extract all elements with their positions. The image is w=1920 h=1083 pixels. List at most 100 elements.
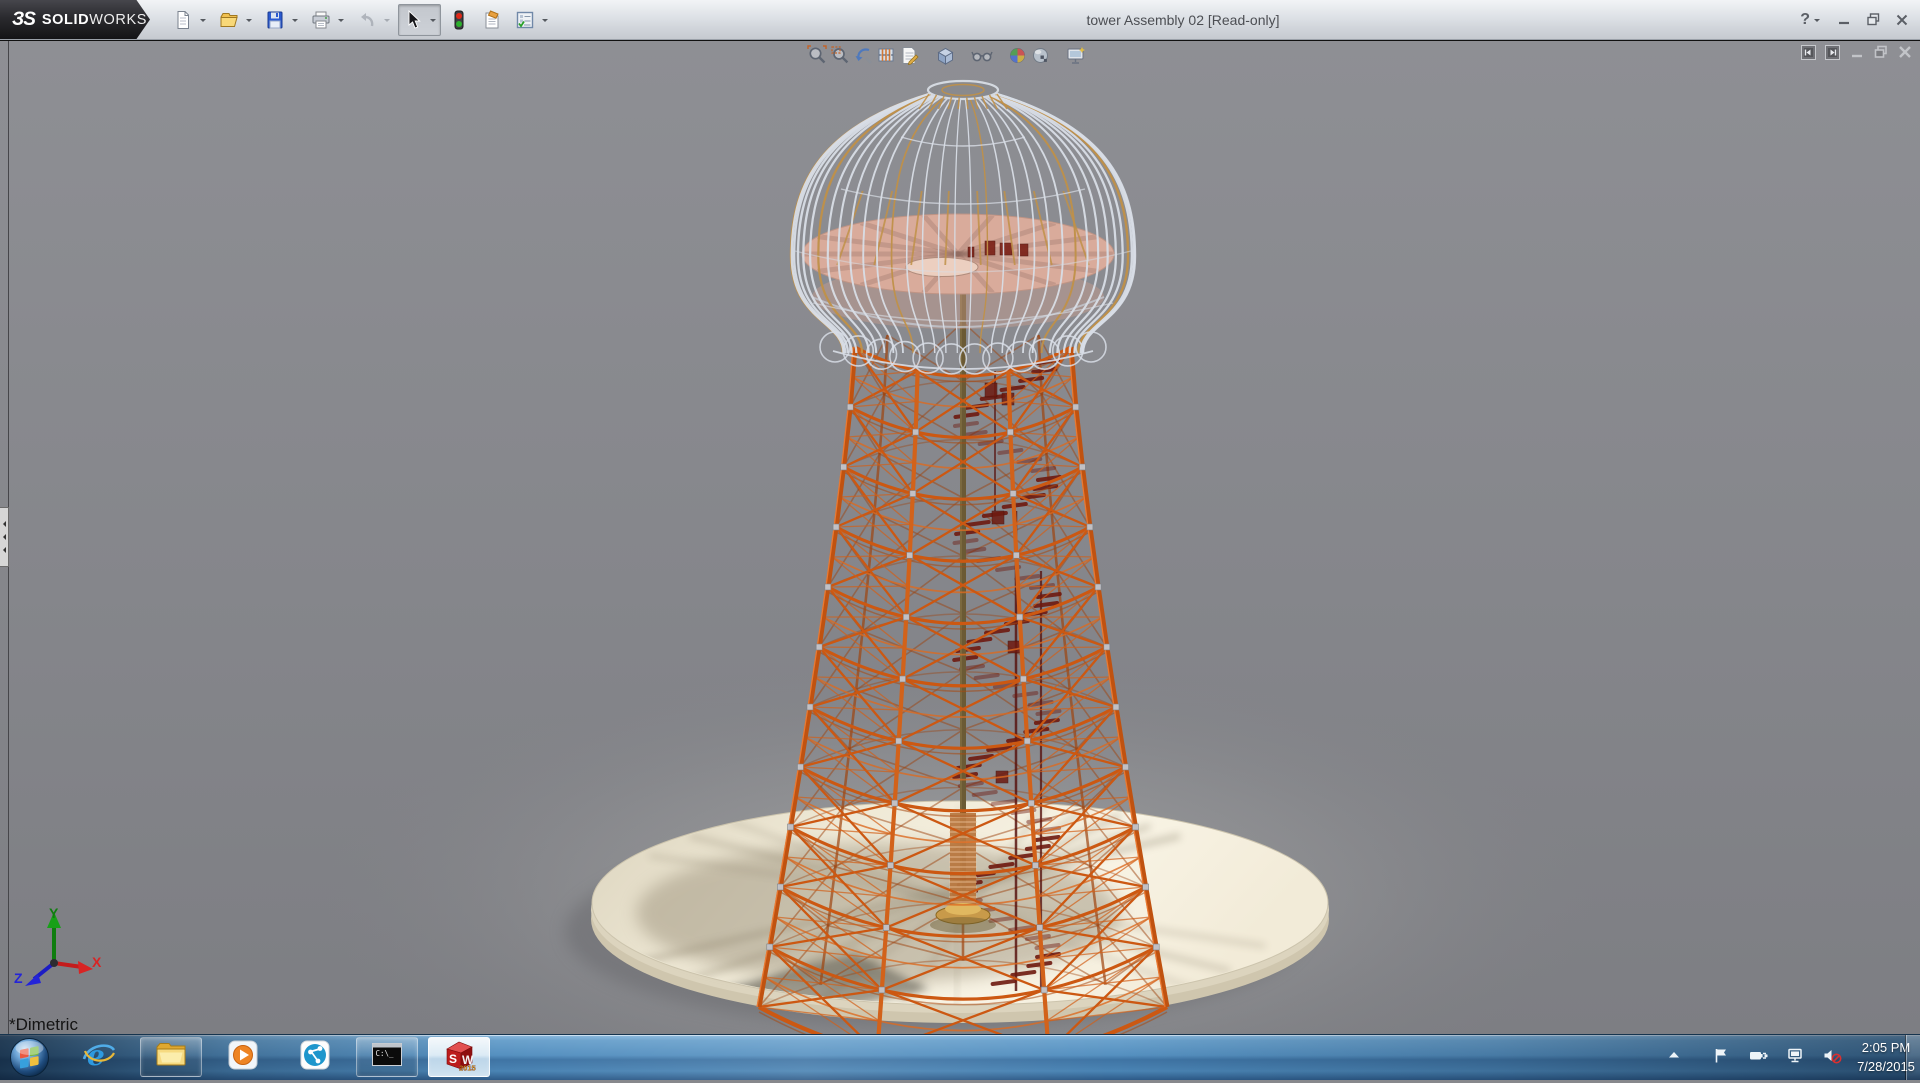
options-dropdown-icon[interactable] — [538, 7, 551, 33]
z-axis-label: Z — [14, 970, 23, 986]
print-button[interactable] — [306, 4, 349, 36]
view-orientation-label: *Dimetric — [9, 1015, 78, 1035]
rebuild-icon — [446, 7, 472, 33]
media-player-icon — [226, 1038, 260, 1077]
help-button[interactable]: ? — [1800, 7, 1823, 33]
help-dropdown-icon[interactable] — [1810, 7, 1823, 33]
undo-dropdown-icon[interactable] — [380, 7, 393, 33]
svg-text:2015: 2015 — [459, 1063, 476, 1072]
toolbar-separator — [1052, 57, 1065, 58]
new-document-button[interactable] — [168, 4, 211, 36]
graphics-area[interactable]: Y X Z *Dimetric — [0, 40, 1920, 1035]
share-app-icon — [298, 1038, 332, 1077]
feature-manager-splitter[interactable] — [0, 41, 9, 1035]
panel-previous-button[interactable] — [1801, 47, 1816, 62]
select-button[interactable] — [398, 4, 441, 36]
open-dropdown-icon[interactable] — [242, 7, 255, 33]
command-prompt-icon: C:\_ — [370, 1038, 404, 1077]
standard-toolbar — [168, 0, 556, 39]
annotation-view-button[interactable] — [898, 46, 921, 69]
taskbar-app-buttons: e C:\_ SW2015 — [68, 1037, 490, 1077]
rebuild-button[interactable] — [444, 4, 474, 36]
panel-next-button[interactable] — [1825, 47, 1840, 62]
collapse-arrow-icon — [0, 547, 6, 553]
file-properties-button[interactable] — [477, 4, 507, 36]
hide-show-items-button[interactable] — [970, 46, 993, 69]
x-axis-label: X — [92, 954, 102, 970]
svg-text:C:\_: C:\_ — [376, 1049, 395, 1058]
solidworks-icon: SW2015 — [442, 1038, 476, 1077]
taskbar-command-prompt-button[interactable]: C:\_ — [356, 1037, 418, 1077]
section-view-icon — [876, 45, 897, 71]
doc-minimize-icon — [1850, 45, 1864, 64]
toolbar-separator — [993, 57, 1006, 58]
select-icon — [400, 7, 426, 33]
annotation-view-icon — [899, 45, 920, 71]
help-icon: ? — [1800, 11, 1810, 29]
action-center-button[interactable] — [1713, 1047, 1730, 1069]
restore-icon — [1867, 13, 1880, 26]
view-orientation-button[interactable] — [934, 46, 957, 69]
close-button[interactable] — [1894, 12, 1910, 28]
volume-muted-button[interactable] — [1823, 1047, 1842, 1069]
x-axis-arrow-icon — [78, 961, 93, 974]
section-view-button[interactable] — [875, 46, 898, 69]
tower-3d-model — [0, 41, 1920, 1035]
taskbar-media-player-button[interactable] — [212, 1037, 274, 1077]
windows-explorer-icon — [154, 1038, 188, 1077]
edit-appearance-icon — [1007, 45, 1028, 71]
doc-close-button[interactable] — [1897, 47, 1912, 62]
taskbar-share-app-button[interactable] — [284, 1037, 346, 1077]
zoom-to-area-button[interactable] — [829, 46, 852, 69]
toolbar-separator — [957, 57, 970, 58]
open-icon — [216, 7, 242, 33]
document-title: tower Assembly 02 [Read-only] — [1087, 0, 1280, 39]
undo-button[interactable] — [352, 4, 395, 36]
restore-button[interactable] — [1865, 12, 1881, 28]
print-icon — [308, 7, 334, 33]
save-icon — [262, 7, 288, 33]
feature-manager-collapsed-tab[interactable] — [0, 507, 9, 567]
taskbar-windows-explorer-button[interactable] — [140, 1037, 202, 1077]
hide-show-items-icon — [971, 45, 993, 71]
open-button[interactable] — [214, 4, 257, 36]
new-document-dropdown-icon[interactable] — [196, 7, 209, 33]
solidworks-logo: ЗS SOLIDWORKS — [0, 0, 150, 39]
taskbar-internet-explorer-button[interactable]: e — [68, 1037, 130, 1077]
power-button[interactable] — [1749, 1047, 1768, 1069]
show-hidden-icon-button[interactable] — [1666, 1047, 1682, 1068]
doc-minimize-button[interactable] — [1849, 47, 1864, 62]
document-window-controls — [1801, 47, 1912, 62]
doc-close-icon — [1898, 45, 1912, 64]
network-button[interactable] — [1787, 1047, 1804, 1069]
logo-text: SOLIDWORKS — [42, 12, 147, 28]
logo-text-works: WORKS — [89, 12, 147, 28]
options-button[interactable] — [510, 4, 553, 36]
doc-restore-button[interactable] — [1873, 47, 1888, 62]
options-icon — [512, 7, 538, 33]
show-desktop-button[interactable] — [1905, 1035, 1920, 1080]
dassault-3ds-logo-icon: ЗS — [12, 9, 35, 31]
notification-area — [1666, 1035, 1842, 1080]
previous-view-button[interactable] — [852, 46, 875, 69]
start-button[interactable] — [9, 1037, 50, 1078]
collapse-arrow-icon — [0, 534, 6, 540]
zoom-to-fit-button[interactable] — [806, 46, 829, 69]
action-center-icon — [1713, 1047, 1730, 1069]
previous-view-icon — [853, 45, 874, 71]
show-hidden-icons-icon — [1666, 1047, 1682, 1068]
panel-previous-icon — [1801, 45, 1816, 65]
view-settings-button[interactable] — [1065, 46, 1088, 69]
print-dropdown-icon[interactable] — [334, 7, 347, 33]
apply-scene-button[interactable] — [1029, 46, 1052, 69]
edit-appearance-button[interactable] — [1006, 46, 1029, 69]
network-icon — [1787, 1047, 1804, 1069]
new-document-icon — [170, 7, 196, 33]
save-dropdown-icon[interactable] — [288, 7, 301, 33]
save-button[interactable] — [260, 4, 303, 36]
taskbar-solidworks-button[interactable]: SW2015 — [428, 1037, 490, 1077]
zoom-to-fit-icon — [807, 45, 828, 71]
minimize-button[interactable] — [1836, 12, 1852, 28]
select-dropdown-icon[interactable] — [426, 7, 439, 33]
minimize-icon — [1838, 14, 1850, 26]
